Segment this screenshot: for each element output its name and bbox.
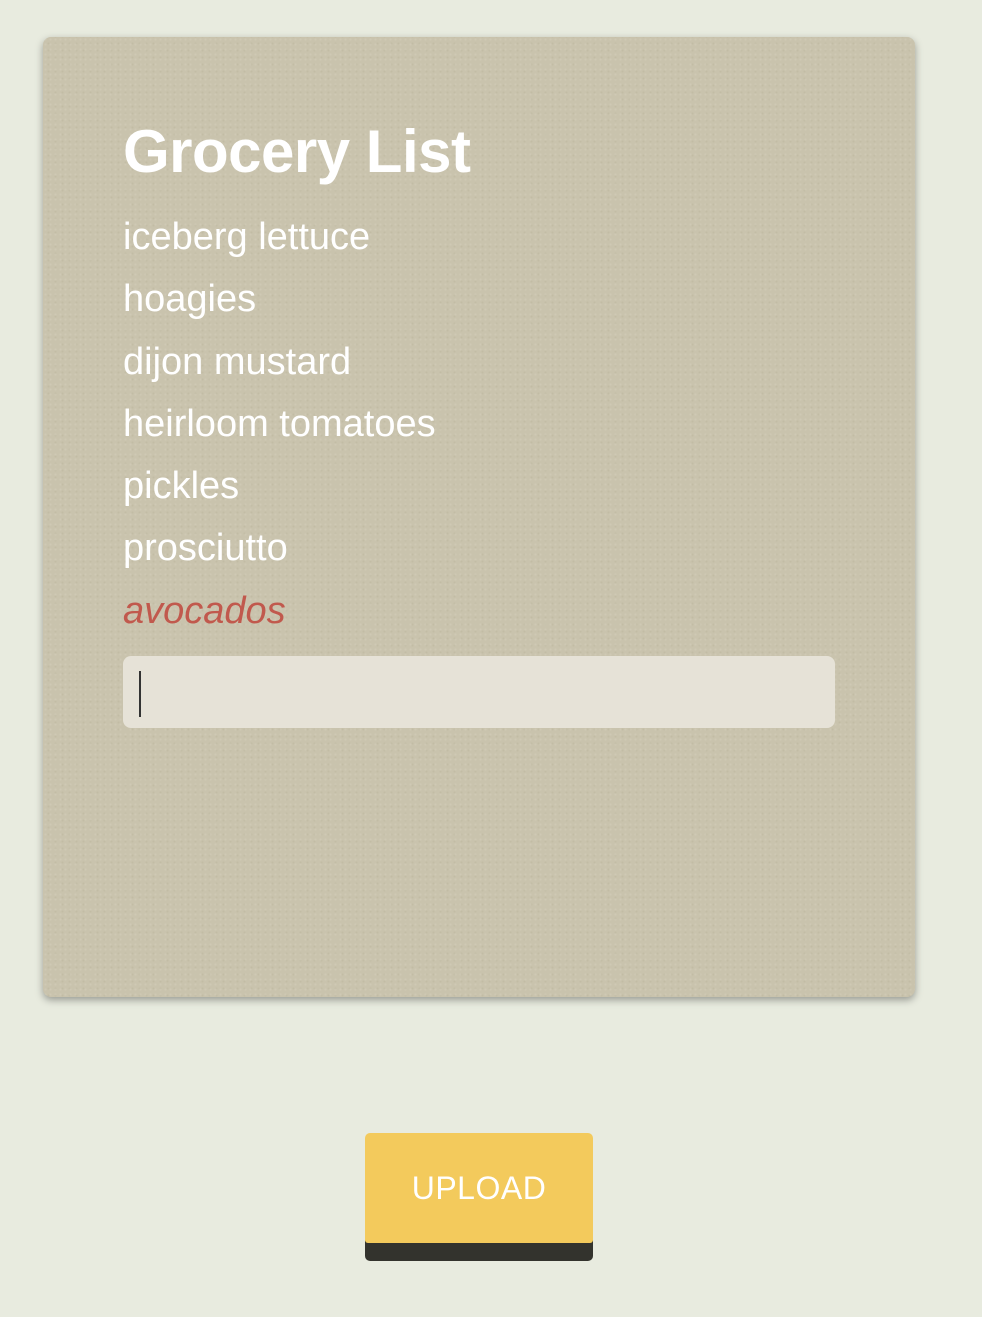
new-item-input[interactable] <box>123 656 835 729</box>
list-title: Grocery List <box>123 118 471 185</box>
upload-button-container: UPLOAD <box>365 1133 593 1261</box>
grocery-list-card: Grocery List iceberg lettuce hoagies dij… <box>43 37 915 997</box>
grocery-items: iceberg lettuce hoagies dijon mustard he… <box>123 206 835 642</box>
list-item[interactable]: prosciutto <box>123 517 835 579</box>
upload-button[interactable]: UPLOAD <box>365 1133 593 1243</box>
list-item[interactable]: hoagies <box>123 268 835 330</box>
list-item-highlighted[interactable]: avocados <box>123 580 835 642</box>
text-caret <box>139 671 141 717</box>
list-item[interactable]: pickles <box>123 455 835 517</box>
list-item[interactable]: iceberg lettuce <box>123 206 835 268</box>
list-item[interactable]: heirloom tomatoes <box>123 393 835 455</box>
list-item[interactable]: dijon mustard <box>123 331 835 393</box>
